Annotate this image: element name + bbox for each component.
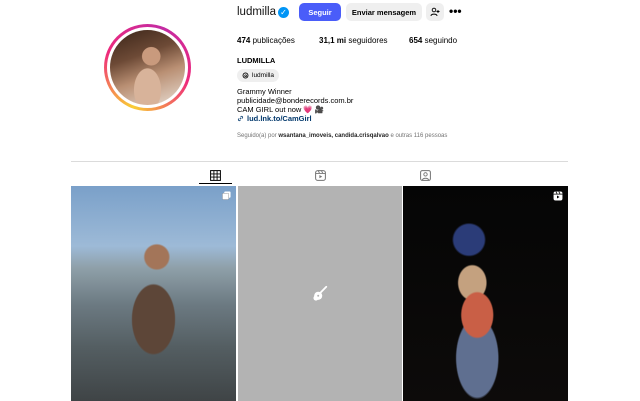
tab-posts[interactable] <box>208 168 222 182</box>
follow-button[interactable]: Seguir <box>299 3 341 21</box>
profile-username: ludmilla <box>237 6 276 18</box>
active-tab-indicator <box>199 183 232 184</box>
threads-icon <box>242 72 249 79</box>
stat-posts: 474 publicações <box>237 36 295 45</box>
stat-followers[interactable]: 31,1 mi seguidores <box>319 36 388 45</box>
post-tile[interactable] <box>238 186 402 401</box>
carousel-icon <box>222 191 231 200</box>
guitar-icon <box>313 285 328 301</box>
suggested-accounts-button[interactable] <box>426 3 444 21</box>
tabs-divider <box>71 161 568 162</box>
bio-line: publicidade@bonderecords.com.br <box>237 96 354 105</box>
tagged-icon <box>419 169 431 181</box>
bio-link[interactable]: lud.lnk.to/CamGirl <box>237 114 312 123</box>
threads-badge[interactable]: ludmilla <box>237 69 280 82</box>
stat-following[interactable]: 654 seguindo <box>409 36 457 45</box>
verified-badge-icon: ✓ <box>278 7 289 18</box>
followed-by-text[interactable]: Seguido(a) por wsantana_imoveis, candida… <box>237 133 447 139</box>
tab-tagged[interactable] <box>418 168 432 182</box>
send-message-button[interactable]: Enviar mensagem <box>346 3 422 21</box>
avatar-image <box>110 30 185 105</box>
post-tile[interactable] <box>403 186 568 401</box>
bio-line: CAM GIRL out now 💗 🎥 <box>237 105 325 114</box>
profile-avatar[interactable] <box>104 24 191 111</box>
bio-line: Grammy Winner <box>237 87 292 96</box>
tab-reels[interactable] <box>313 168 327 182</box>
grid-icon <box>209 169 221 181</box>
profile-full-name: LUDMILLA <box>237 56 276 65</box>
add-person-icon <box>430 7 440 17</box>
reel-icon <box>553 191 563 201</box>
more-options-button[interactable]: ••• <box>449 4 462 18</box>
post-tile[interactable] <box>71 186 236 401</box>
link-icon <box>237 115 244 122</box>
reels-icon <box>314 169 326 181</box>
